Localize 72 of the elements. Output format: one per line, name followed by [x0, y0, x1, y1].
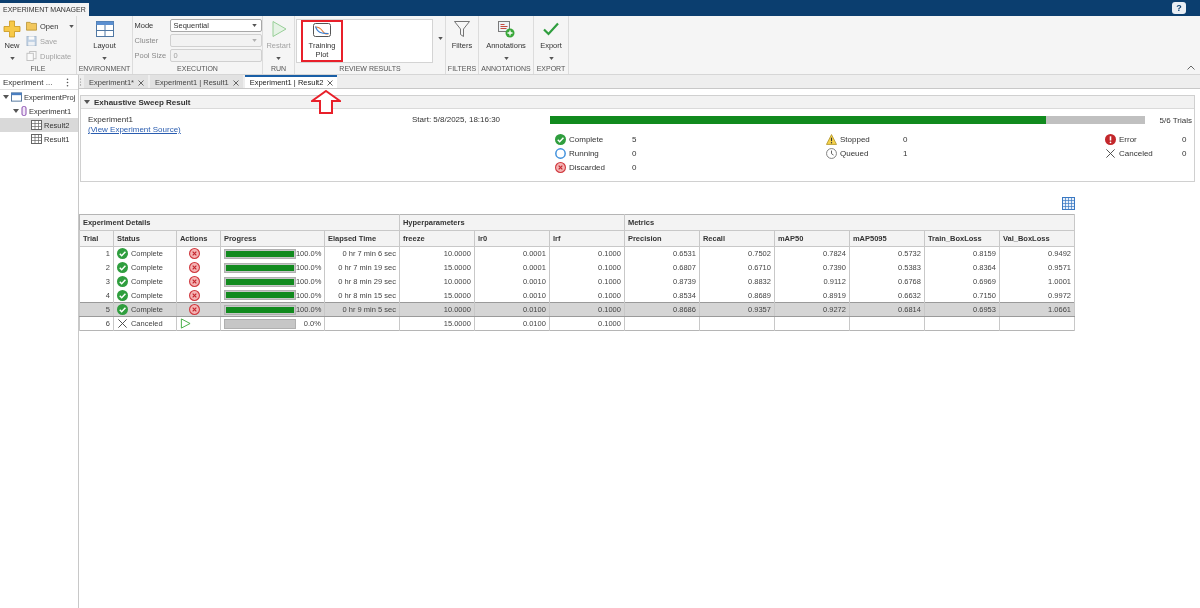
- status-label: Running: [569, 148, 600, 158]
- caret-icon: [102, 57, 107, 60]
- caret-icon[interactable]: [438, 36, 443, 40]
- caret-icon: [251, 39, 257, 42]
- panel-title: Experiment ...: [3, 77, 53, 87]
- experiment-name: Experiment1: [88, 115, 133, 125]
- status-count: 0: [1182, 134, 1187, 144]
- grip-icon[interactable]: [79, 77, 82, 86]
- chevron-up-icon[interactable]: [1187, 65, 1195, 70]
- caret-icon: [9, 57, 15, 60]
- caret-icon: [276, 57, 281, 60]
- folder-icon: [26, 21, 37, 31]
- status-count: 0: [1182, 148, 1187, 158]
- table-icon: [31, 120, 42, 130]
- caret-icon[interactable]: [13, 109, 19, 113]
- close-icon[interactable]: [138, 79, 145, 86]
- cross-icon: [1105, 147, 1116, 159]
- status-count: 0: [903, 134, 908, 144]
- summary-header[interactable]: Exhaustive Sweep Result: [81, 96, 1194, 109]
- status-count: 1: [903, 148, 908, 158]
- status-label: Stopped: [840, 134, 871, 144]
- copy-pages-icon: [26, 51, 37, 61]
- more-options-icon[interactable]: [66, 77, 69, 87]
- project-icon: [11, 92, 22, 102]
- status-label: Discarded: [569, 162, 606, 172]
- check-circle-icon: [116, 304, 128, 315]
- status-label: Queued: [840, 148, 870, 158]
- note-add-icon: [497, 20, 515, 38]
- status-count: 5: [632, 134, 637, 144]
- check-circle-icon: [116, 248, 128, 260]
- plus-icon: [3, 20, 21, 38]
- table-icon: [31, 134, 42, 144]
- play-icon: [269, 20, 288, 38]
- close-icon[interactable]: [327, 79, 334, 86]
- grid-icon: [95, 20, 114, 38]
- start-time: Start: 5/8/2025, 18:16:30: [412, 115, 501, 125]
- test-tube-icon: [21, 106, 27, 116]
- close-icon[interactable]: [232, 79, 239, 86]
- status-label: Complete: [569, 134, 605, 144]
- funnel-icon: [453, 20, 471, 38]
- status-count: 0: [632, 162, 637, 172]
- warning-icon: [826, 133, 837, 145]
- ring-icon: [555, 147, 566, 159]
- caret-icon: [503, 57, 509, 60]
- exclamation-circle-icon: [1105, 133, 1116, 145]
- caret-icon: [251, 24, 257, 27]
- check-circle-icon: [116, 276, 128, 287]
- x-circle-icon: [555, 161, 566, 173]
- help-button[interactable]: ?: [1172, 2, 1186, 14]
- x-circle-icon[interactable]: [188, 289, 200, 301]
- caret-icon: [69, 24, 75, 28]
- status-count: 0: [632, 148, 637, 158]
- up-arrow-drawing: [311, 90, 341, 114]
- status-label: Canceled: [1119, 148, 1154, 158]
- table-settings-icon[interactable]: [1062, 197, 1075, 210]
- line-plot-icon: [313, 23, 331, 37]
- caret-icon: [84, 100, 90, 104]
- cross-icon: [116, 318, 128, 329]
- x-circle-icon[interactable]: [188, 262, 200, 273]
- x-circle-icon[interactable]: [188, 304, 200, 315]
- x-circle-icon[interactable]: [188, 276, 200, 287]
- x-circle-icon[interactable]: [188, 248, 200, 260]
- check-circle-icon: [116, 289, 128, 301]
- view-source-link[interactable]: (View Experiment Source): [88, 125, 181, 135]
- caret-icon: [548, 57, 554, 60]
- check-circle-icon: [116, 262, 128, 273]
- trials-count: 5/6 Trials: [1159, 115, 1193, 125]
- check-icon: [542, 20, 560, 38]
- check-circle-icon: [555, 133, 566, 145]
- status-label: Error: [1119, 134, 1138, 144]
- clock-icon: [826, 147, 837, 159]
- caret-icon[interactable]: [3, 95, 9, 99]
